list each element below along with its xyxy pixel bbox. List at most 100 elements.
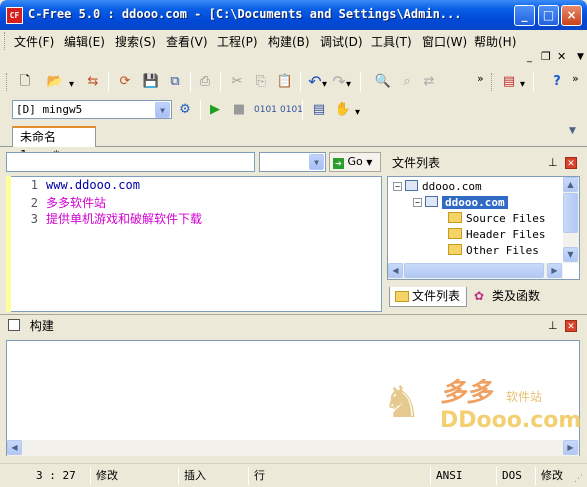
options-icon[interactable]: ▤	[500, 73, 518, 91]
code-line[interactable]: 1 www.ddooo.com	[12, 178, 140, 192]
menu-search[interactable]: 搜索(S)	[115, 33, 156, 50]
go-label: Go	[347, 155, 363, 168]
scroll-thumb[interactable]	[404, 263, 544, 278]
scroll-down-icon[interactable]: ▼	[563, 247, 578, 262]
project-icon	[425, 196, 438, 207]
menu-debug[interactable]: 调试(D)	[320, 33, 363, 50]
menu-file[interactable]: 文件(F)	[14, 33, 54, 50]
window-title: C-Free 5.0 : ddooo.com - [C:\Documents a…	[28, 7, 462, 21]
compile-icon[interactable]: 0101	[254, 101, 277, 119]
go-arrow-icon: ➔	[333, 158, 344, 169]
go-dropdown-icon[interactable]: ▼	[366, 158, 372, 167]
tree-project[interactable]: − ddooo.com	[413, 196, 508, 209]
open-folder-icon[interactable]: 📂	[46, 73, 64, 91]
go-button[interactable]: ➔ Go ▼	[329, 152, 381, 172]
print-icon[interactable]: ⎙	[196, 73, 214, 91]
file-panel-close-icon[interactable]: ✕	[565, 157, 577, 169]
minimize-button[interactable]: _	[514, 5, 535, 26]
pin-icon[interactable]: ⊥	[548, 319, 558, 332]
tree-vertical-scrollbar[interactable]: ▲ ▼	[563, 177, 579, 263]
run-icon[interactable]: ▶	[206, 101, 224, 119]
scroll-up-icon[interactable]: ▲	[563, 177, 578, 192]
code-line[interactable]: 2 多多软件站	[12, 194, 106, 211]
stop-icon[interactable]: ■	[230, 101, 248, 119]
build-panel-close-icon[interactable]: ✕	[565, 320, 577, 332]
toolbar-overflow-2-icon[interactable]: »	[572, 72, 579, 85]
debug-hand-icon[interactable]: ✋	[334, 101, 352, 119]
new-file-icon[interactable]: 🗋	[16, 73, 34, 91]
tree-folder-header[interactable]: Header Files	[448, 228, 545, 241]
options-dropdown-icon[interactable]: ▾	[520, 79, 525, 90]
close-button[interactable]: ×	[561, 5, 582, 26]
pin-icon[interactable]: ⊥	[548, 156, 558, 169]
open-recent-icon[interactable]: ⇆	[84, 73, 102, 91]
status-position: 3 : 27	[36, 469, 76, 482]
line-number: 1	[30, 178, 38, 192]
mdi-chevron-icon[interactable]: ▼	[577, 52, 584, 62]
code-line[interactable]: 3 提供单机游戏和破解软件下载	[12, 210, 202, 227]
collapse-icon[interactable]: −	[413, 198, 422, 207]
menu-build[interactable]: 构建(B)	[268, 33, 310, 50]
undo-dropdown-icon[interactable]: ▾	[322, 79, 327, 90]
build-panel-header: 构建	[6, 316, 581, 336]
tab-list-chevron-icon[interactable]: ▼	[569, 126, 576, 136]
status-encoding: ANSI	[436, 469, 463, 482]
resize-grip-icon[interactable]: ⋰	[574, 474, 583, 484]
rebuild-icon[interactable]: ▤	[310, 101, 328, 119]
paste-icon[interactable]: 📋	[276, 73, 294, 91]
find-next-icon[interactable]: ⌕	[398, 73, 416, 91]
tab-classes-functions[interactable]: ✿ 类及函数	[470, 287, 550, 307]
toolbar-overflow-icon[interactable]: »	[477, 72, 484, 85]
menu-view[interactable]: 查看(V)	[166, 33, 208, 50]
mdi-close-icon[interactable]: ✕	[557, 50, 566, 63]
scroll-thumb[interactable]	[563, 193, 578, 233]
status-modified-2: 修改	[541, 469, 563, 482]
build-panel-title: 构建	[29, 319, 54, 333]
maximize-button[interactable]: □	[538, 5, 559, 26]
tree-horizontal-scrollbar[interactable]: ◀ ▶	[388, 263, 563, 279]
cut-icon[interactable]: ✂	[228, 73, 246, 91]
tab-untitled-cpp[interactable]: 未命名1.cpp*	[12, 126, 96, 162]
line-number: 2	[30, 196, 38, 210]
copy-icon[interactable]: ⎘	[252, 73, 270, 91]
menu-window[interactable]: 窗口(W)	[422, 33, 467, 50]
tree-folder-other[interactable]: Other Files	[448, 244, 539, 257]
chevron-down-icon[interactable]: ▼	[155, 102, 170, 118]
menu-tools[interactable]: 工具(T)	[371, 33, 412, 50]
scope-select[interactable]	[6, 152, 255, 172]
redo-dropdown-icon[interactable]: ▾	[346, 79, 351, 90]
chevron-down-icon[interactable]: ▼	[309, 154, 324, 170]
scroll-left-icon[interactable]: ◀	[7, 440, 22, 455]
tab-file-list[interactable]: 文件列表	[389, 287, 467, 307]
build-horizontal-scrollbar[interactable]: ◀ ▶	[7, 440, 579, 456]
save-icon[interactable]: 💾	[142, 73, 160, 91]
tree-root[interactable]: − ddooo.com	[393, 180, 482, 193]
tree-folder-source[interactable]: Source Files	[448, 212, 545, 225]
build-icon[interactable]: 0101	[280, 101, 303, 119]
open-dropdown-icon[interactable]: ▾	[69, 79, 74, 90]
symbol-select[interactable]: ▼	[259, 152, 326, 172]
mdi-minimize-icon[interactable]: _	[527, 52, 532, 63]
menu-bar: 文件(F) 编辑(E) 搜索(S) 查看(V) 工程(P) 构建(B) 调试(D…	[0, 30, 587, 52]
status-modified: 修改	[96, 469, 118, 482]
find-icon[interactable]: 🔍	[374, 73, 392, 91]
compiler-options-icon[interactable]: ⚙	[176, 101, 194, 119]
menu-project[interactable]: 工程(P)	[217, 33, 258, 50]
save-all-icon[interactable]: ⧉	[166, 73, 184, 91]
mdi-restore-icon[interactable]: ❐	[541, 50, 551, 63]
replace-icon[interactable]: ⇄	[420, 73, 438, 91]
menu-edit[interactable]: 编辑(E)	[64, 33, 105, 50]
scroll-right-icon[interactable]: ▶	[547, 263, 562, 278]
compiler-select[interactable]: [D] mingw5 ▼	[12, 100, 172, 119]
tab-file-list-label: 文件列表	[412, 289, 461, 303]
class-icon: ✿	[474, 289, 485, 303]
folder-icon	[448, 244, 462, 255]
reload-icon[interactable]: ⟳	[116, 73, 134, 91]
folder-label: Header Files	[466, 228, 546, 241]
collapse-icon[interactable]: −	[393, 182, 402, 191]
scroll-right-icon[interactable]: ▶	[563, 440, 578, 455]
debug-dropdown-icon[interactable]: ▾	[355, 107, 360, 118]
help-icon[interactable]: ?	[548, 73, 566, 91]
menu-help[interactable]: 帮助(H)	[474, 33, 516, 50]
scroll-left-icon[interactable]: ◀	[388, 263, 403, 278]
